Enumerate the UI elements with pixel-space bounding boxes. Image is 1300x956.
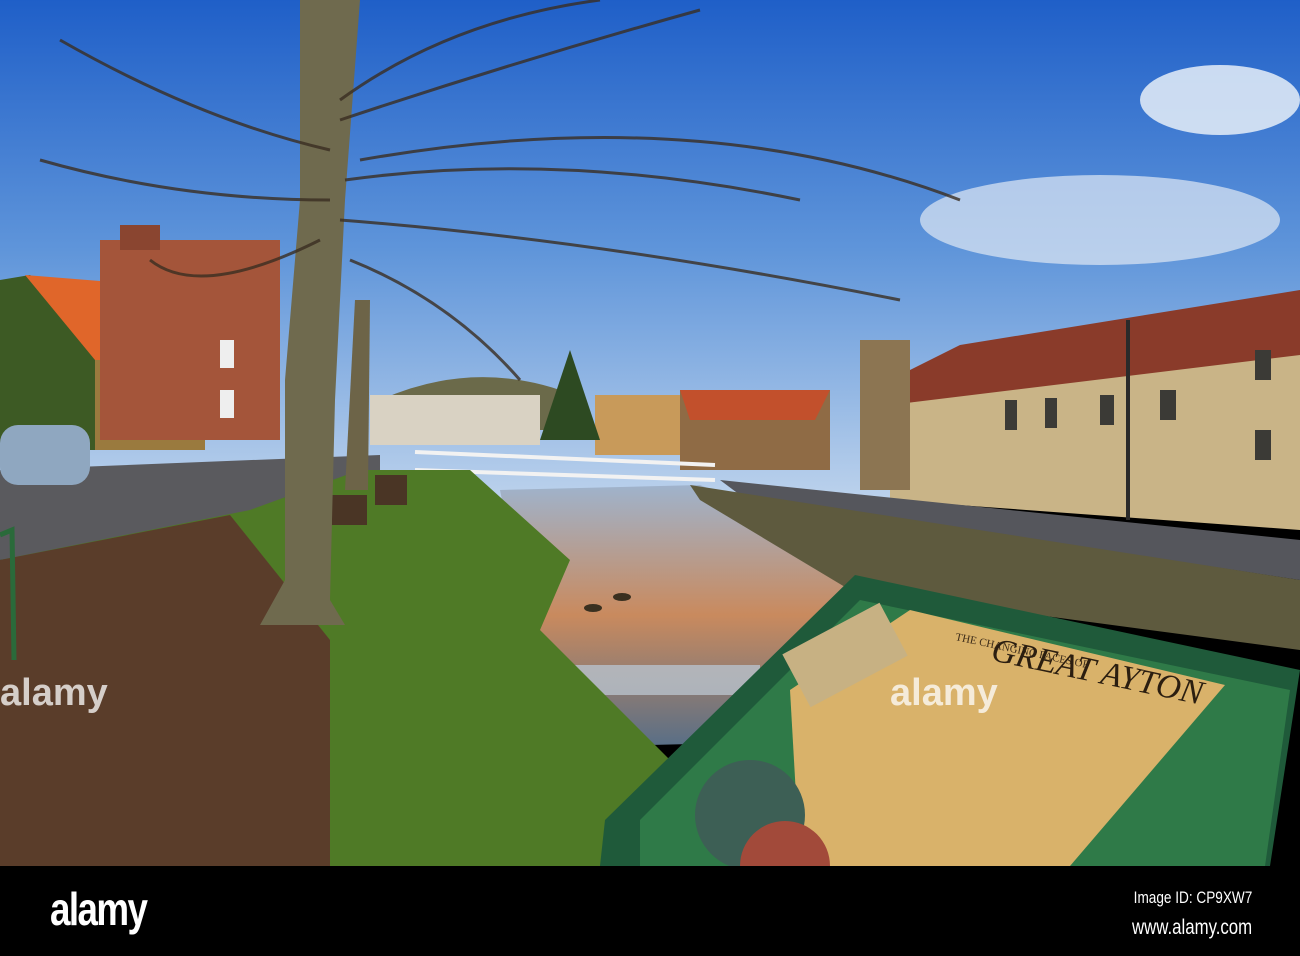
- footer-bar: alamy Image ID: CP9XW7 www.alamy.com: [0, 866, 1300, 956]
- cloud: [1140, 65, 1300, 135]
- red-roof: [680, 390, 830, 420]
- cloud: [920, 175, 1280, 265]
- website-link[interactable]: www.alamy.com: [1132, 916, 1252, 940]
- image-id: Image ID: CP9XW7: [1133, 888, 1252, 907]
- bench: [375, 475, 407, 505]
- watermark: alamy: [0, 672, 108, 714]
- chimney: [120, 225, 160, 250]
- window: [220, 390, 234, 418]
- photo-village-river-scene: THE CHANGING FACES OF GREAT AYTON alamy …: [0, 0, 1300, 866]
- window: [220, 340, 234, 368]
- duck: [584, 604, 602, 612]
- watermark: alamy: [890, 672, 998, 714]
- distant-houses: [595, 395, 685, 455]
- house-end: [860, 340, 910, 490]
- car: [0, 425, 90, 485]
- duck: [613, 593, 631, 601]
- brick-house: [100, 240, 280, 440]
- lamp-post: [1126, 320, 1130, 520]
- alamy-logo: alamy: [50, 883, 148, 935]
- bench: [332, 495, 367, 525]
- distant-houses: [370, 395, 540, 445]
